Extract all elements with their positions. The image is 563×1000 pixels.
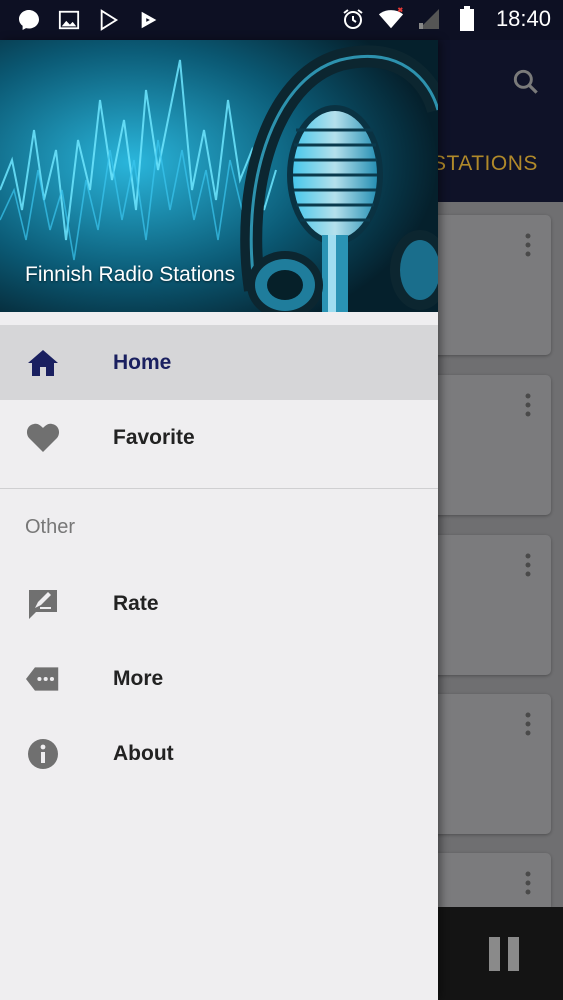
tab-stations[interactable]: STATIONS [432, 152, 538, 176]
battery-icon [454, 6, 480, 32]
drawer-header-title: Finnish Radio Stations [25, 263, 236, 286]
drawer-item-rate[interactable]: Rate [0, 566, 438, 641]
overflow-menu-icon[interactable] [525, 233, 531, 257]
drawer-header: Finnish Radio Stations [0, 40, 438, 312]
status-bar: 18:40 [0, 0, 563, 40]
drawer-item-favorite[interactable]: Favorite [0, 400, 438, 475]
drawer-item-more[interactable]: More [0, 641, 438, 716]
overflow-menu-icon[interactable] [525, 553, 531, 577]
pause-icon[interactable] [489, 937, 521, 971]
more-icon [26, 663, 60, 695]
drawer-item-home[interactable]: Home [0, 325, 438, 400]
alarm-icon [340, 6, 366, 32]
overflow-menu-icon[interactable] [525, 712, 531, 736]
heart-icon [26, 422, 60, 454]
play-games-icon [136, 7, 162, 33]
drawer-item-label: More [113, 667, 164, 690]
messenger-icon [16, 7, 42, 33]
info-icon [26, 738, 60, 770]
home-icon [26, 347, 60, 379]
drawer-item-label: Favorite [113, 426, 195, 449]
signal-icon [416, 6, 442, 32]
drawer-item-label: Home [113, 351, 172, 374]
section-title: Other [25, 516, 76, 538]
overflow-menu-icon[interactable] [525, 871, 531, 895]
section-header-other: Other [0, 489, 438, 566]
drawer-item-label: Rate [113, 592, 159, 615]
clock-time: 18:40 [495, 6, 551, 31]
drawer-menu: Home Favorite Other Rate More About [0, 325, 438, 791]
gallery-icon [56, 7, 82, 33]
rate-icon [26, 588, 60, 620]
navigation-drawer: Finnish Radio Stations Home Favorite Oth… [0, 40, 438, 1000]
drawer-item-about[interactable]: About [0, 716, 438, 791]
wifi-icon [378, 6, 404, 32]
search-icon[interactable] [510, 66, 542, 98]
play-store-icon [96, 7, 122, 33]
drawer-item-label: About [113, 742, 174, 765]
overflow-menu-icon[interactable] [525, 393, 531, 417]
